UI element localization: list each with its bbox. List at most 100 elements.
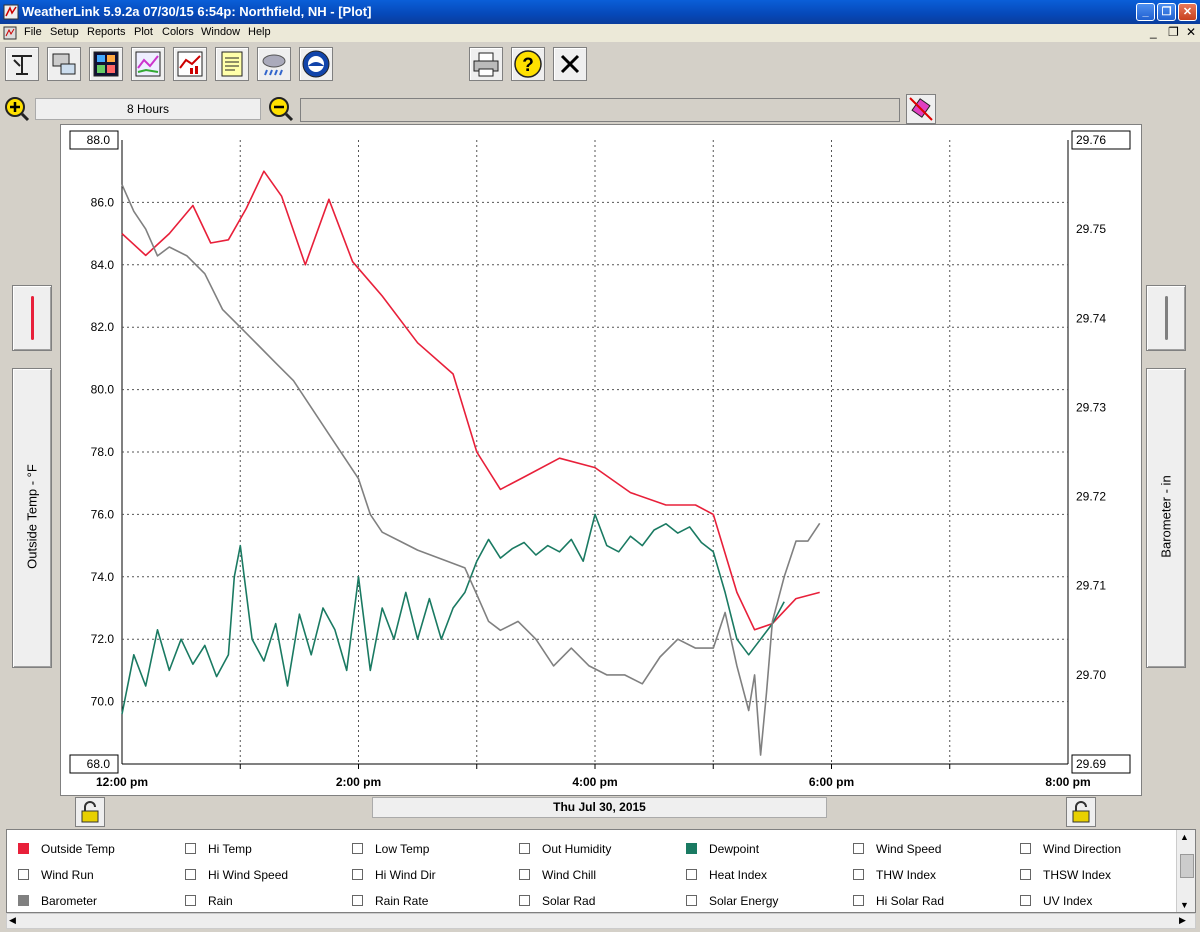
legend-item-solar-rad[interactable]: Solar Rad — [519, 894, 595, 908]
legend-item-barometer[interactable]: Barometer — [18, 894, 97, 908]
legend-item-heat-index[interactable]: Heat Index — [686, 868, 767, 882]
legend-item-rain-rate[interactable]: Rain Rate — [352, 894, 428, 908]
status-field — [300, 98, 900, 122]
menu-plot[interactable]: Plot — [134, 26, 153, 38]
download-icon[interactable] — [47, 47, 81, 81]
legend-item-out-humidity[interactable]: Out Humidity — [519, 842, 611, 856]
legend-item-hi-wind-dir[interactable]: Hi Wind Dir — [352, 868, 436, 882]
legend-checkbox[interactable] — [686, 895, 697, 906]
menu-setup[interactable]: Setup — [50, 26, 79, 38]
x-tick-label: 12:00 pm — [96, 775, 148, 789]
menu-help[interactable]: Help — [248, 26, 271, 38]
legend-item-hi-temp[interactable]: Hi Temp — [185, 842, 252, 856]
right-axis-selector[interactable]: Barometer - in — [1146, 368, 1186, 668]
legend-item-wind-speed[interactable]: Wind Speed — [853, 842, 941, 856]
left-lock-icon[interactable] — [75, 797, 105, 827]
legend-item-wind-run[interactable]: Wind Run — [18, 868, 94, 882]
zoom-in-icon[interactable] — [4, 96, 30, 122]
left-tick-label: 76.0 — [91, 507, 115, 521]
legend-item-rain[interactable]: Rain — [185, 894, 233, 908]
title-bar: WeatherLink 5.9.2a 07/30/15 6:54p: North… — [0, 0, 1200, 24]
legend-item-wind-chill[interactable]: Wind Chill — [519, 868, 596, 882]
x-tick-label: 8:00 pm — [1045, 775, 1090, 789]
legend-label: Rain Rate — [375, 894, 429, 908]
legend-checkbox[interactable] — [185, 869, 196, 880]
legend-item-low-temp[interactable]: Low Temp — [352, 842, 429, 856]
legend-checkbox[interactable] — [1020, 843, 1031, 854]
legend-item-dewpoint[interactable]: Dewpoint — [686, 842, 759, 856]
menu-file[interactable]: File — [24, 26, 42, 38]
legend-item-thsw-index[interactable]: THSW Index — [1020, 868, 1111, 882]
plot-icon[interactable] — [173, 47, 207, 81]
menu-reports[interactable]: Reports — [87, 26, 126, 38]
eraser-icon[interactable] — [906, 94, 936, 124]
right-lock-icon[interactable] — [1066, 797, 1096, 827]
forecast-icon[interactable] — [257, 47, 291, 81]
horizontal-scrollbar[interactable]: ◀ ▶ — [6, 913, 1196, 929]
noaa-icon[interactable] — [299, 47, 333, 81]
legend-label: Wind Speed — [876, 842, 942, 856]
legend-item-uv-index[interactable]: UV Index — [1020, 894, 1092, 908]
left-axis-label: Outside Temp - °F — [24, 464, 40, 569]
browse-icon[interactable] — [215, 47, 249, 81]
legend-checkbox[interactable] — [853, 843, 864, 854]
left-tick-label: 88.0 — [87, 133, 111, 147]
legend-checkbox[interactable] — [18, 895, 29, 906]
doc-icon — [3, 26, 17, 40]
legend-checkbox[interactable] — [18, 843, 29, 854]
legend-item-hi-wind-speed[interactable]: Hi Wind Speed — [185, 868, 288, 882]
mdi-minimize-icon[interactable]: _ — [1150, 25, 1157, 39]
right-axis-label: Barometer - in — [1158, 475, 1174, 558]
legend-item-solar-energy[interactable]: Solar Energy — [686, 894, 778, 908]
temp-series-color-button[interactable] — [12, 285, 52, 351]
legend-checkbox[interactable] — [519, 895, 530, 906]
bulletin-icon[interactable] — [89, 47, 123, 81]
legend-checkbox[interactable] — [1020, 869, 1031, 880]
legend-checkbox[interactable] — [185, 843, 196, 854]
svg-text:?: ? — [522, 55, 534, 76]
legend-checkbox[interactable] — [686, 843, 697, 854]
legend-checkbox[interactable] — [352, 869, 363, 880]
right-tick-label: 29.73 — [1076, 400, 1106, 414]
legend-checkbox[interactable] — [352, 843, 363, 854]
close-window-icon[interactable]: ✕ — [1178, 3, 1197, 21]
menu-window[interactable]: Window — [201, 26, 240, 38]
plot-chart[interactable]: 88.0 86.0 84.0 82.0 80.0 78.0 76.0 74.0 72.0 70.0… — [60, 124, 1140, 794]
date-display[interactable]: Thu Jul 30, 2015 — [372, 797, 827, 818]
window-title: WeatherLink 5.9.2a 07/30/15 6:54p: North… — [22, 4, 372, 19]
help-icon[interactable]: ? — [511, 47, 545, 81]
legend-item-hi-solar-rad[interactable]: Hi Solar Rad — [853, 894, 944, 908]
left-tick-label: 80.0 — [91, 383, 115, 397]
legend-checkbox[interactable] — [1020, 895, 1031, 906]
legend-label: Solar Energy — [709, 894, 779, 908]
left-tick-label: 70.0 — [91, 695, 115, 709]
legend-item-thw-index[interactable]: THW Index — [853, 868, 936, 882]
restore-icon[interactable]: ❐ — [1157, 3, 1176, 21]
legend-item-wind-direction[interactable]: Wind Direction — [1020, 842, 1121, 856]
barometer-series-color-button[interactable] — [1146, 285, 1186, 351]
minimize-icon[interactable]: _ — [1136, 3, 1155, 21]
zoom-out-icon[interactable] — [268, 96, 294, 122]
left-axis-selector[interactable]: Outside Temp - °F — [12, 368, 52, 668]
close-icon[interactable] — [553, 47, 587, 81]
station-icon[interactable] — [5, 47, 39, 81]
left-tick-label: 82.0 — [91, 320, 115, 334]
legend-checkbox[interactable] — [519, 869, 530, 880]
mdi-restore-icon[interactable]: ❐ — [1168, 25, 1179, 39]
legend-scrollbar[interactable]: ▲ ▼ — [1176, 830, 1195, 912]
menu-colors[interactable]: Colors — [162, 26, 194, 38]
legend-item-outside-temp[interactable]: Outside Temp — [18, 842, 115, 856]
legend-checkbox[interactable] — [352, 895, 363, 906]
mdi-close-icon[interactable]: ✕ — [1186, 25, 1196, 39]
legend-label: Wind Direction — [1043, 842, 1122, 856]
legend-checkbox[interactable] — [686, 869, 697, 880]
legend-checkbox[interactable] — [853, 869, 864, 880]
time-span-display[interactable]: 8 Hours — [35, 98, 261, 120]
legend-checkbox[interactable] — [185, 895, 196, 906]
legend-checkbox[interactable] — [853, 895, 864, 906]
legend-checkbox[interactable] — [18, 869, 29, 880]
strip-chart-icon[interactable] — [131, 47, 165, 81]
legend-checkbox[interactable] — [519, 843, 530, 854]
print-icon[interactable] — [469, 47, 503, 81]
x-tick-label: 2:00 pm — [336, 775, 381, 789]
